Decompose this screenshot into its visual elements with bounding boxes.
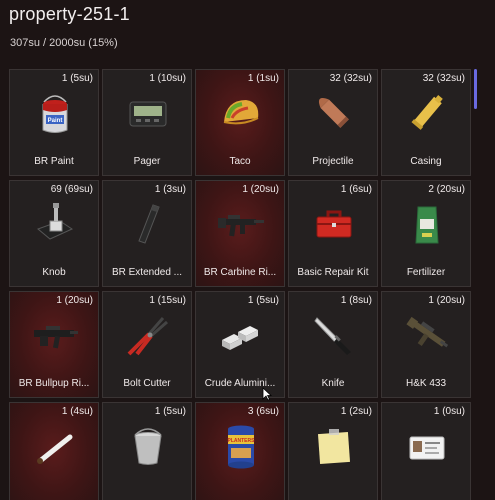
magazine-icon — [123, 199, 173, 249]
bullpup-rifle-icon — [30, 310, 80, 360]
item-quantity: 1 (1su) — [247, 73, 279, 84]
item-quantity: 1 (20su) — [242, 184, 279, 195]
inventory-slot[interactable]: 1 (4su) — [9, 402, 99, 500]
inventory-slot[interactable]: 1 (20su) BR Bullpup Ri... — [9, 291, 99, 398]
item-label: BR Paint — [34, 156, 74, 167]
item-quantity: 2 (20su) — [428, 184, 465, 195]
joint-icon — [30, 421, 80, 471]
inventory-title: property-251-1 — [9, 4, 130, 24]
inventory-slot[interactable]: 2 (20su) Fertilizer — [381, 180, 471, 287]
item-quantity: 1 (5su) — [247, 295, 279, 306]
item-quantity: 1 (4su) — [61, 406, 93, 417]
knob-icon — [30, 199, 80, 249]
item-quantity: 1 (5su) — [154, 406, 186, 417]
casing-icon — [402, 88, 452, 138]
peanuts-can-icon: PLANTERS — [216, 421, 266, 471]
item-quantity: 1 (0su) — [433, 406, 465, 417]
mouse-cursor-icon — [262, 387, 272, 401]
inventory-slot[interactable]: 1 (3su) BR Extended ... — [102, 180, 192, 287]
id-card-icon — [402, 421, 452, 471]
svg-text:PLANTERS: PLANTERS — [228, 438, 256, 444]
inventory-slot[interactable]: 1 (20su) BR Carbine Ri... — [195, 180, 285, 287]
inventory-slot[interactable]: 1 (1su) Taco — [195, 69, 285, 176]
item-quantity: 1 (15su) — [149, 295, 186, 306]
assault-rifle-icon — [402, 310, 452, 360]
item-quantity: 1 (10su) — [149, 73, 186, 84]
inventory-slot[interactable]: 1 (10su) Pager — [102, 69, 192, 176]
toolbox-icon — [309, 199, 359, 249]
inventory-slot[interactable]: 1 (5su) Crude Alumini... — [195, 291, 285, 398]
inventory-slot[interactable]: 1 (15su) Bolt Cutter — [102, 291, 192, 398]
inventory-slot[interactable]: 32 (32su) Projectile — [288, 69, 378, 176]
item-label: Basic Repair Kit — [297, 267, 369, 278]
item-quantity: 3 (6su) — [247, 406, 279, 417]
item-label: Casing — [410, 156, 442, 167]
item-label: BR Extended ... — [111, 267, 183, 278]
item-label: BR Bullpup Ri... — [18, 378, 90, 389]
aluminium-ingots-icon — [216, 310, 266, 360]
bucket-icon — [123, 421, 173, 471]
svg-text:Paint: Paint — [48, 118, 63, 124]
fertilizer-bag-icon — [402, 199, 452, 249]
inventory-grid: 1 (5su) Paint BR Paint 1 (10su) Pager 1 (1su)… — [9, 69, 471, 500]
item-label: Fertilizer — [406, 267, 446, 278]
inventory-slot[interactable]: 69 (69su) Knob — [9, 180, 99, 287]
scrollbar-thumb[interactable] — [474, 69, 477, 109]
item-quantity: 32 (32su) — [329, 73, 372, 84]
inventory-slot[interactable]: 1 (2su) — [288, 402, 378, 500]
inventory-window: property-251-1 307su / 2000su (15%) 1 (5… — [0, 0, 495, 500]
inventory-slot[interactable]: 1 (20su) H&K 433 — [381, 291, 471, 398]
item-label: H&K 433 — [405, 378, 447, 389]
item-quantity: 1 (6su) — [340, 184, 372, 195]
item-quantity: 69 (69su) — [50, 184, 93, 195]
carbine-rifle-icon — [216, 199, 266, 249]
sticky-note-icon — [309, 421, 359, 471]
item-label: Knife — [321, 378, 345, 389]
item-quantity: 1 (3su) — [154, 184, 186, 195]
item-quantity: 1 (8su) — [340, 295, 372, 306]
bolt-cutter-icon — [123, 310, 173, 360]
item-label: Bolt Cutter — [123, 378, 171, 389]
inventory-slot[interactable]: 3 (6su) PLANTERS — [195, 402, 285, 500]
item-quantity: 32 (32su) — [422, 73, 465, 84]
knife-icon — [309, 310, 359, 360]
item-label: BR Carbine Ri... — [203, 267, 277, 278]
item-label: Pager — [133, 156, 161, 167]
inventory-slot[interactable]: 1 (0su) — [381, 402, 471, 500]
inventory-slot[interactable]: 1 (6su) Basic Repair Kit — [288, 180, 378, 287]
item-label: Knob — [42, 267, 66, 278]
paint-can-icon: Paint — [30, 88, 80, 138]
item-quantity: 1 (20su) — [56, 295, 93, 306]
item-label: Taco — [229, 156, 251, 167]
capacity-readout: 307su / 2000su (15%) — [10, 37, 118, 49]
projectile-icon — [309, 88, 359, 138]
taco-icon — [216, 88, 266, 138]
item-label: Projectile — [312, 156, 354, 167]
inventory-slot[interactable]: 1 (8su) Knife — [288, 291, 378, 398]
inventory-slot[interactable]: 1 (5su) — [102, 402, 192, 500]
pager-icon — [123, 88, 173, 138]
item-quantity: 1 (20su) — [428, 295, 465, 306]
item-quantity: 1 (2su) — [340, 406, 372, 417]
inventory-slot[interactable]: 1 (5su) Paint BR Paint — [9, 69, 99, 176]
inventory-slot[interactable]: 32 (32su) Casing — [381, 69, 471, 176]
item-quantity: 1 (5su) — [61, 73, 93, 84]
